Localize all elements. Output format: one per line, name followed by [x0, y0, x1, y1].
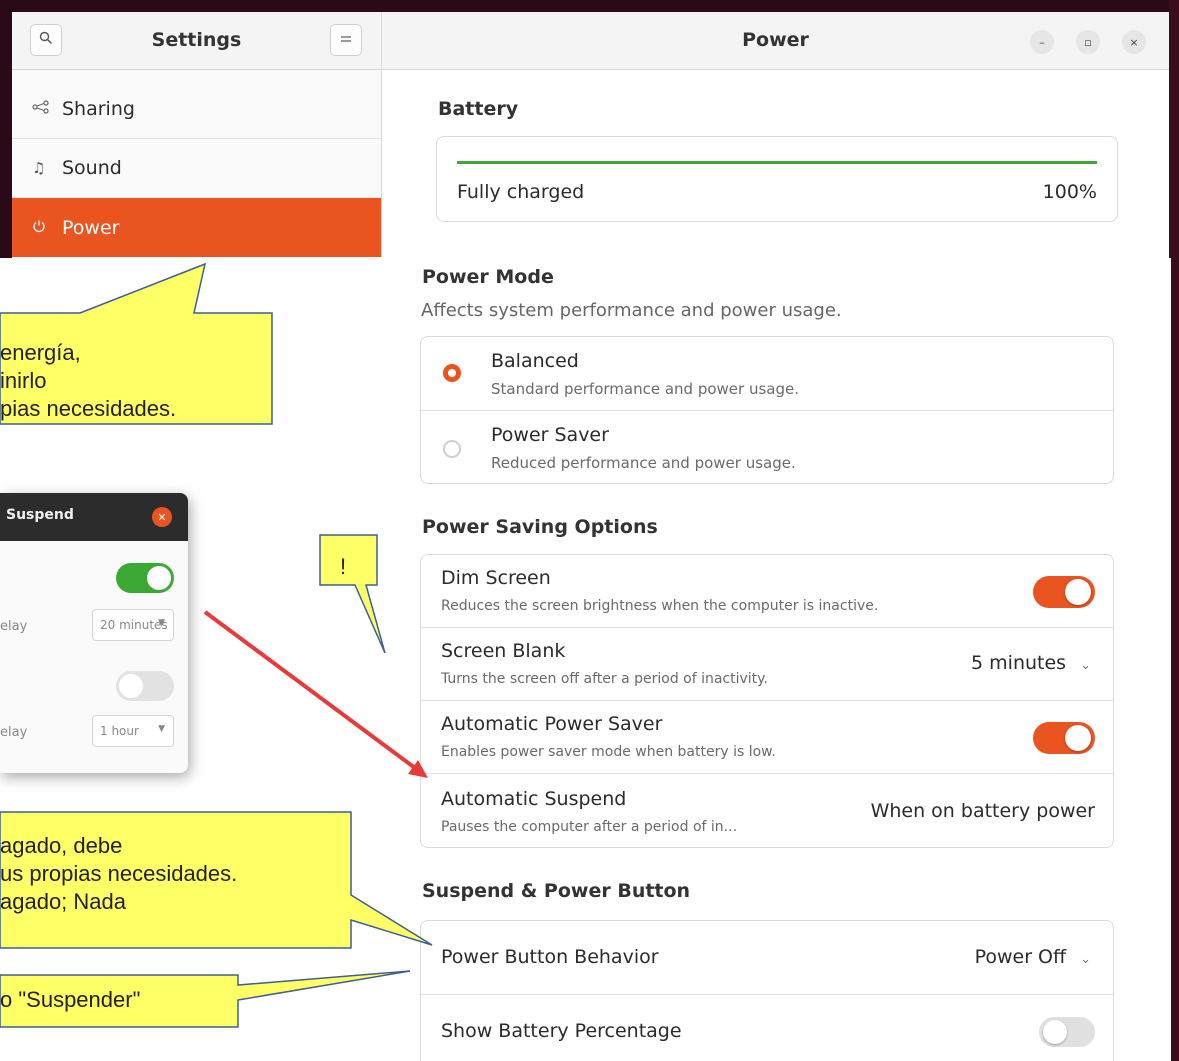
power-saver-radio[interactable] — [443, 440, 461, 458]
sidebar-item-label: Sound — [62, 157, 122, 179]
dim-screen-row: Dim Screen Reduces the screen brightness… — [421, 555, 1113, 628]
power-saving-section-title: Power Saving Options — [422, 516, 658, 538]
callout-text-4: o "Suspender" — [0, 987, 141, 1012]
auto-suspend-subtitle: Pauses the computer after a period of in… — [441, 819, 738, 835]
minimize-button[interactable]: – — [1030, 30, 1054, 54]
power-saver-subtitle: Reduced performance and power usage. — [491, 454, 796, 472]
power-button-behavior-value: Power Off — [974, 946, 1067, 968]
desktop-background-top — [0, 0, 1179, 12]
show-battery-percentage-toggle[interactable] — [1039, 1017, 1095, 1047]
power-mode-subtitle: Affects system performance and power usa… — [421, 300, 842, 321]
screen-blank-dropdown[interactable]: 5 minutes ⌄ — [971, 652, 1091, 674]
battery-percent: 100% — [1042, 181, 1097, 203]
menu-button[interactable] — [330, 24, 362, 56]
dialog-plugged-toggle[interactable] — [116, 671, 174, 701]
dialog-delay-select[interactable]: 1 hour ▼ — [92, 715, 174, 747]
power-icon — [32, 219, 62, 237]
screen-blank-row[interactable]: Screen Blank Turns the screen off after … — [421, 628, 1113, 701]
chevron-down-icon: ▼ — [158, 724, 165, 734]
balanced-radio[interactable] — [443, 364, 461, 382]
suspend-button-section-title: Suspend & Power Button — [422, 880, 691, 902]
sidebar-item-label: Sharing — [62, 98, 135, 120]
battery-level-bar — [457, 161, 1097, 164]
sidebar-item-power[interactable]: Power — [12, 198, 381, 257]
power-mode-saver[interactable]: Power Saver Reduced performance and powe… — [421, 411, 1113, 485]
dialog-delay-label: elay — [0, 619, 28, 634]
auto-suspend-value: When on battery power — [870, 800, 1095, 822]
callout-text-2: ! — [340, 554, 347, 579]
dialog-header: Suspend ✕ — [0, 493, 188, 541]
power-content-top: Battery Fully charged 100% — [382, 70, 1169, 258]
auto-power-saver-subtitle: Enables power saver mode when battery is… — [441, 744, 776, 760]
settings-sidebar: Settings Sharing ♫ Sound Power — [12, 12, 382, 258]
balanced-title: Balanced — [491, 350, 579, 372]
battery-status: Fully charged — [457, 181, 585, 203]
callout-text-3: agado, debe us propias necesidades. agad… — [0, 833, 238, 914]
dialog-delay-value: 1 hour — [100, 724, 139, 738]
auto-suspend-row[interactable]: Automatic Suspend Pauses the computer af… — [421, 774, 1113, 849]
content-header-bar: Power – ▫ × — [382, 12, 1169, 70]
power-saver-title: Power Saver — [491, 424, 609, 446]
power-saving-card: Dim Screen Reduces the screen brightness… — [420, 554, 1114, 848]
dim-screen-title: Dim Screen — [441, 567, 551, 589]
desktop-background-left — [0, 0, 12, 258]
hamburger-icon — [340, 32, 352, 48]
minimize-icon: – — [1039, 35, 1045, 49]
sidebar-item-label: Power — [62, 216, 120, 239]
power-content-main: Power Mode Affects system performance an… — [378, 258, 1171, 1061]
dialog-close-button[interactable]: ✕ — [152, 507, 172, 527]
auto-power-saver-title: Automatic Power Saver — [441, 713, 663, 735]
auto-suspend-title: Automatic Suspend — [441, 788, 627, 810]
dialog-delay-select[interactable]: 20 minutes ▼ — [92, 609, 174, 641]
dialog-battery-toggle[interactable] — [116, 563, 174, 593]
screen-blank-subtitle: Turns the screen off after a period of i… — [441, 671, 768, 687]
dim-screen-subtitle: Reduces the screen brightness when the c… — [441, 598, 879, 614]
dialog-delay-label: elay — [0, 725, 28, 740]
close-icon: ✕ — [157, 510, 167, 524]
battery-section-title: Battery — [438, 98, 519, 120]
maximize-icon: ▫ — [1084, 35, 1092, 49]
sidebar-title: Settings — [151, 29, 242, 51]
balanced-subtitle: Standard performance and power usage. — [491, 380, 799, 398]
show-battery-percentage-title: Show Battery Percentage — [441, 1020, 682, 1042]
power-mode-card: Balanced Standard performance and power … — [420, 336, 1114, 484]
sidebar-header: Settings — [12, 12, 381, 70]
power-button-behavior-row[interactable]: Power Button Behavior Power Off ⌄ — [421, 921, 1113, 995]
dialog-title: Suspend — [6, 507, 74, 523]
auto-power-saver-toggle[interactable] — [1033, 722, 1095, 754]
battery-level-track — [457, 161, 1097, 164]
auto-power-saver-row: Automatic Power Saver Enables power save… — [421, 701, 1113, 774]
show-battery-percentage-row: Show Battery Percentage — [421, 995, 1113, 1061]
maximize-button[interactable]: ▫ — [1076, 30, 1100, 54]
share-icon — [32, 100, 62, 118]
chevron-down-icon: ▼ — [158, 618, 165, 628]
callout-box — [319, 534, 386, 654]
power-button-behavior-title: Power Button Behavior — [441, 946, 659, 968]
music-note-icon: ♫ — [32, 159, 46, 177]
screen-blank-title: Screen Blank — [441, 640, 566, 662]
power-mode-section-title: Power Mode — [422, 266, 554, 288]
sidebar-item-sharing[interactable]: Sharing — [12, 80, 381, 139]
screen-blank-value: 5 minutes — [971, 652, 1067, 674]
suspend-button-card: Power Button Behavior Power Off ⌄ Show Ba… — [420, 920, 1114, 1061]
sidebar-item-sound[interactable]: ♫ Sound — [12, 139, 381, 198]
close-icon: × — [1129, 35, 1139, 49]
automatic-suspend-dialog: Suspend ✕ elay 20 minutes ▼ elay 1 hour ▼ — [0, 493, 188, 773]
chevron-down-icon: ⌄ — [1080, 658, 1091, 673]
close-window-button[interactable]: × — [1122, 30, 1146, 54]
callout-text-1: energía, inirlo pias necesidades. — [0, 340, 177, 421]
chevron-down-icon: ⌄ — [1080, 952, 1091, 967]
power-mode-balanced[interactable]: Balanced Standard performance and power … — [421, 337, 1113, 411]
power-button-behavior-dropdown[interactable]: Power Off ⌄ — [975, 946, 1091, 968]
dim-screen-toggle[interactable] — [1033, 576, 1095, 608]
battery-card: Fully charged 100% — [436, 136, 1118, 222]
